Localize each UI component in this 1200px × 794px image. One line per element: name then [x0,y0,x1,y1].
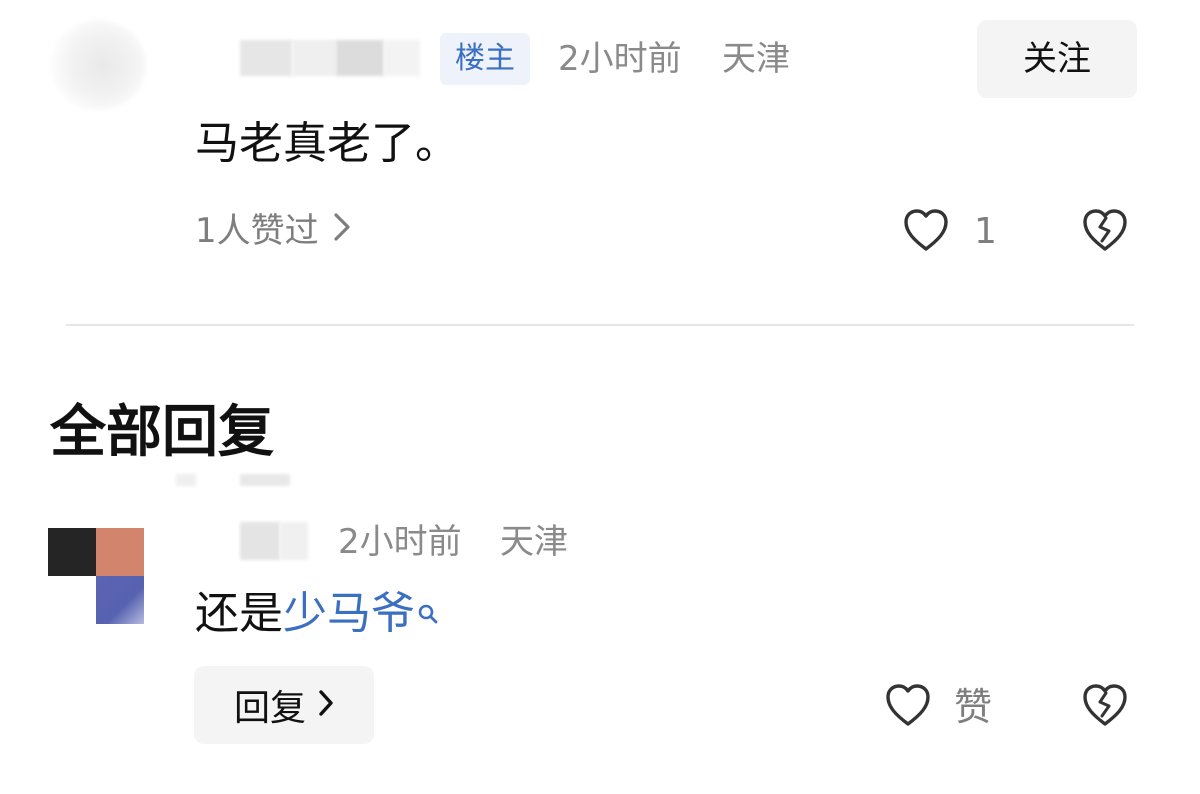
heart-outline-icon [902,207,950,257]
search-icon[interactable] [417,588,439,640]
chevron-right-icon [318,685,334,726]
replies-section-title: 全部回复 [50,400,274,465]
like-count: 1 [974,211,997,252]
reply-username-redacted [280,522,308,560]
owner-username-redacted [292,40,336,76]
follow-button[interactable]: 关注 [977,20,1137,98]
reply-location: 天津 [500,522,568,562]
reply-time: 2小时前 [338,522,462,562]
dislike-button[interactable] [1080,207,1130,257]
owner-username-redacted [336,40,384,76]
owner-badge: 楼主 [440,33,530,85]
redaction-smudge [240,474,290,486]
reply-button[interactable]: 回复 [194,666,374,744]
likers-link[interactable]: 1人赞过 [195,208,351,254]
owner-username-redacted [384,40,420,76]
comment-thread: 楼主 2小时前 天津 关注 马老真老了。 1人赞过 1 全部回复 2小时前 天津… [0,0,1200,794]
chevron-right-icon [333,208,351,254]
broken-heart-icon [1080,207,1130,257]
owner-username-redacted[interactable] [240,40,292,76]
heart-outline-icon [884,682,932,732]
comment-time: 2小时前 [558,39,682,79]
like-button[interactable]: 1 [902,207,997,257]
reply-text: 还是少马爷 [195,588,439,640]
reply-username-redacted[interactable] [240,522,280,560]
comment-location: 天津 [722,39,790,79]
reply-button-label: 回复 [233,688,306,729]
divider [66,324,1134,326]
redaction-smudge [176,474,196,486]
reply-like-button[interactable]: 赞 [884,682,992,732]
comment-text: 马老真老了。 [195,118,459,169]
owner-avatar[interactable] [50,20,146,110]
hashtag-link[interactable]: 少马爷 [283,588,415,639]
reply-like-label: 赞 [954,685,993,729]
reply-dislike-button[interactable] [1080,682,1130,732]
reply-text-prefix: 还是 [195,588,283,639]
reply-avatar[interactable] [48,528,144,624]
broken-heart-icon [1080,682,1130,732]
likers-text: 1人赞过 [195,211,319,251]
